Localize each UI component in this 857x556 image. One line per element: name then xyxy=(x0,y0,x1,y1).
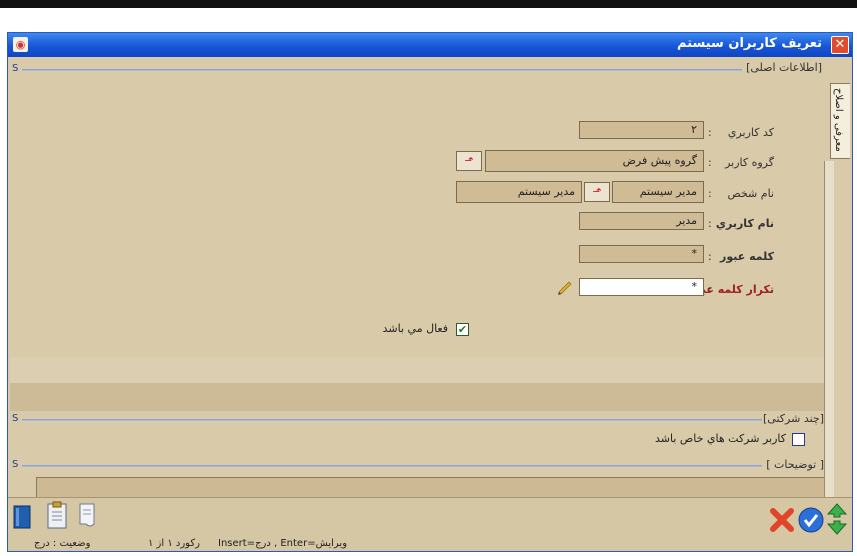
username-field[interactable]: مدير xyxy=(579,212,704,230)
top-dark-strip xyxy=(0,0,857,8)
section-main-spacer xyxy=(10,357,828,383)
user-code-label: کد کاربري xyxy=(727,126,774,139)
tab-define-edit[interactable]: معرفی و اصلاح xyxy=(830,83,850,159)
scroll-icon[interactable] xyxy=(74,500,100,530)
user-group-label: گروه کاربر xyxy=(725,156,774,169)
window-title: تعريف كاربران سيستم xyxy=(677,36,822,51)
section-multi-marker: S xyxy=(12,413,19,424)
section-multi-title: [چند شرکتی] xyxy=(763,412,824,425)
user-code-colon: : xyxy=(708,126,712,139)
status-bar: وضعیت : درج رکورد ۱ از ۱ Insert=درج , En… xyxy=(8,497,852,551)
section-main-footer xyxy=(10,383,828,411)
up-down-arrows-icon[interactable] xyxy=(826,502,848,536)
book-icon[interactable] xyxy=(10,502,36,532)
password-label: کلمه عبور xyxy=(720,250,774,263)
person-name-display: مدیر سیستم xyxy=(456,181,582,203)
active-label: فعال مي باشد xyxy=(382,322,448,335)
pencil-icon[interactable] xyxy=(556,278,574,296)
password-repeat-colon: : xyxy=(708,283,712,296)
top-white-gap xyxy=(0,8,857,32)
person-name-label: نام شخص xyxy=(727,187,774,200)
clipboard-icon[interactable] xyxy=(44,500,70,530)
lookup-arrow-icon: ⬏ xyxy=(592,185,602,198)
vertical-scrollbar[interactable] xyxy=(824,161,834,517)
password-repeat-field[interactable]: * xyxy=(579,278,704,296)
user-code-field[interactable]: ۲ xyxy=(579,121,704,139)
cancel-icon[interactable] xyxy=(768,506,796,534)
user-group-lookup-button[interactable]: ⬏ xyxy=(456,151,482,171)
tab-define-edit-label: معرفی و اصلاح xyxy=(833,88,844,152)
active-checkbox[interactable]: ✔ xyxy=(456,323,469,336)
password-colon: : xyxy=(708,250,712,263)
confirm-icon[interactable] xyxy=(797,506,825,534)
section-main-title: [اطلاعات اصلی] xyxy=(746,61,822,74)
title-bar[interactable]: ◉ تعريف كاربران سيستم ✕ xyxy=(8,33,852,57)
status-mode: وضعیت : درج xyxy=(34,538,91,549)
person-name-field[interactable]: مدير سيستم xyxy=(612,181,704,203)
section-multi-line xyxy=(22,419,762,421)
section-notes-marker: S xyxy=(12,459,19,470)
username-colon: : xyxy=(708,217,712,230)
section-notes-title: [ توضیحات ] xyxy=(766,458,824,471)
user-group-colon: : xyxy=(708,156,712,169)
specific-companies-label: کاربر شرکت هاي خاص باشد xyxy=(655,432,786,445)
section-main-line xyxy=(22,69,742,71)
person-name-lookup-button[interactable]: ⬏ xyxy=(584,182,610,202)
close-button[interactable]: ✕ xyxy=(831,36,849,54)
user-group-field[interactable]: گروه پیش فرض xyxy=(485,150,704,172)
app-icon: ◉ xyxy=(13,37,28,52)
specific-companies-checkbox[interactable] xyxy=(792,433,805,446)
person-name-colon: : xyxy=(708,187,712,200)
form-area: معرفی و اصلاح S [اطلاعات اصلی] کد کاربري… xyxy=(8,57,852,519)
password-field[interactable]: * xyxy=(579,245,704,263)
key-hint: Insert=درج , Enter=ویرایش xyxy=(218,538,348,549)
lookup-arrow-icon: ⬏ xyxy=(464,154,474,167)
record-counter: رکورد ۱ از ۱ xyxy=(148,538,200,549)
section-notes-line xyxy=(22,465,762,467)
section-main-marker: S xyxy=(12,63,19,74)
user-definition-window: ◉ تعريف كاربران سيستم ✕ معرفی و اصلاح S … xyxy=(7,32,853,552)
username-label: نام کاربري xyxy=(715,217,774,230)
